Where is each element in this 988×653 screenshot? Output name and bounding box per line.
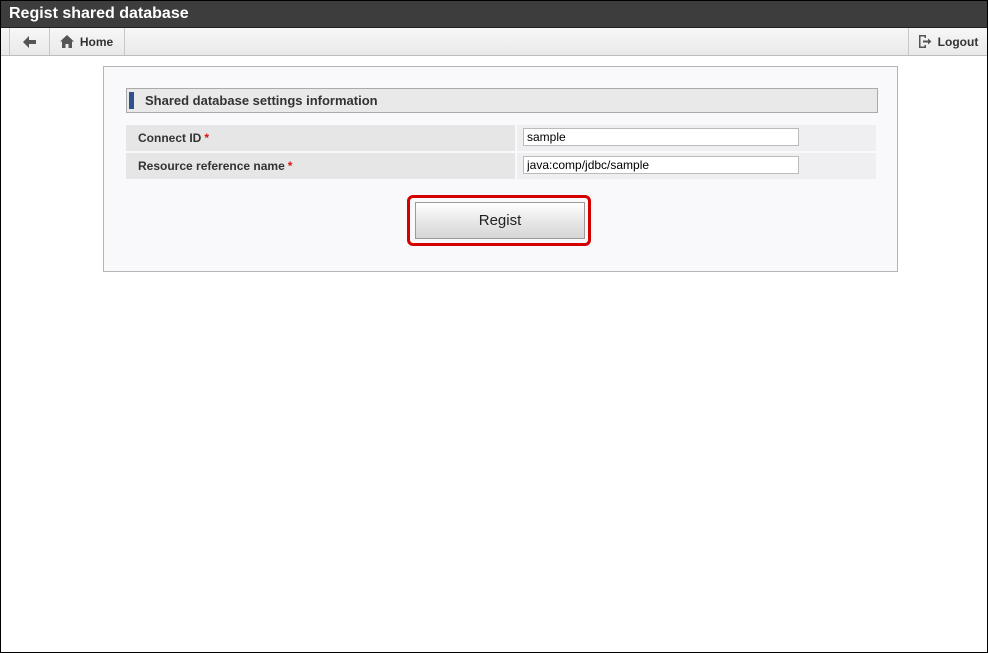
connect-id-label: Connect ID <box>138 131 202 145</box>
page-title: Regist shared database <box>9 5 189 22</box>
regist-button-highlight: Regist <box>407 195 591 246</box>
logout-label: Logout <box>937 34 979 49</box>
back-button[interactable] <box>9 28 50 55</box>
home-icon <box>59 35 74 48</box>
resource-reference-name-input[interactable] <box>523 156 799 174</box>
logout-icon <box>918 35 932 48</box>
connect-id-input[interactable] <box>523 128 799 146</box>
required-mark: * <box>204 131 210 145</box>
app-window: Regist shared database Home Logout Share… <box>0 0 988 653</box>
form-row-resource-reference-name: Resource reference name * <box>126 153 876 179</box>
section-title: Shared database settings information <box>145 93 378 108</box>
connect-id-value-cell <box>517 125 876 151</box>
settings-panel: Shared database settings information Con… <box>103 66 898 272</box>
connect-id-label-cell: Connect ID * <box>126 125 515 151</box>
section-accent-bar <box>129 92 134 109</box>
section-header: Shared database settings information <box>126 88 878 113</box>
regist-button[interactable]: Regist <box>415 202 585 239</box>
form-row-connect-id: Connect ID * <box>126 125 876 151</box>
arrow-left-icon <box>22 35 36 48</box>
home-label: Home <box>79 34 114 49</box>
home-button[interactable]: Home <box>49 28 125 55</box>
resource-reference-name-label: Resource reference name <box>138 159 285 173</box>
toolbar: Home Logout <box>1 28 987 56</box>
title-bar: Regist shared database <box>1 1 987 28</box>
resource-reference-name-value-cell <box>517 153 876 179</box>
required-mark: * <box>287 159 293 173</box>
resource-reference-name-label-cell: Resource reference name * <box>126 153 515 179</box>
logout-button[interactable]: Logout <box>908 28 987 55</box>
